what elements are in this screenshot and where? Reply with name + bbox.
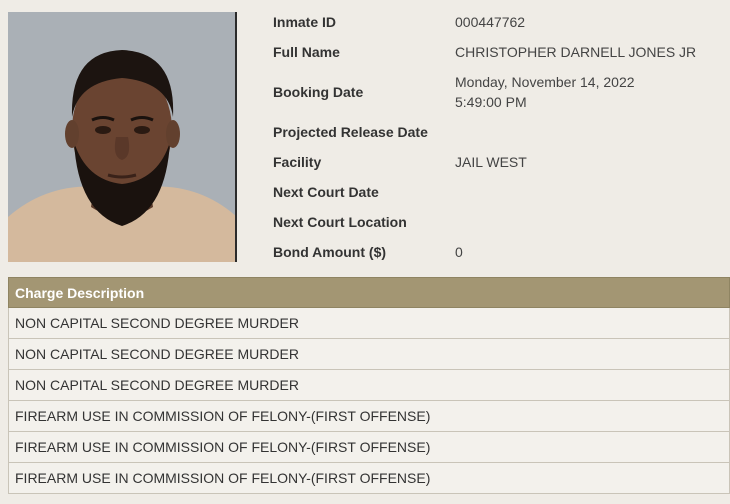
- detail-label: Projected Release Date: [273, 124, 428, 140]
- detail-row-next-court-location: Next Court Location: [273, 207, 723, 237]
- charge-row: NON CAPITAL SECOND DEGREE MURDER: [8, 370, 730, 401]
- detail-value: 0: [455, 244, 463, 260]
- detail-row-bond-amount: Bond Amount ($) 0: [273, 237, 723, 267]
- charges-header: Charge Description: [8, 277, 730, 308]
- detail-label: Next Court Date: [273, 184, 379, 200]
- booking-time-value: 5:49:00 PM: [455, 94, 527, 110]
- detail-label: Facility: [273, 154, 322, 170]
- detail-label: Inmate ID: [273, 14, 337, 30]
- detail-label: Full Name: [273, 44, 340, 60]
- detail-value: Monday, November 14, 2022 5:49:00 PM: [455, 72, 635, 112]
- inmate-photo-icon: [8, 12, 235, 262]
- inmate-details: Inmate ID 000447762 Full Name CHRISTOPHE…: [273, 7, 723, 267]
- booking-date-value: Monday, November 14, 2022: [455, 74, 635, 90]
- detail-value: CHRISTOPHER DARNELL JONES JR: [455, 44, 697, 60]
- detail-row-facility: Facility JAIL WEST: [273, 147, 723, 177]
- detail-row-projected-release-date: Projected Release Date: [273, 117, 723, 147]
- charge-row: FIREARM USE IN COMMISSION OF FELONY-(FIR…: [8, 432, 730, 463]
- charge-row: NON CAPITAL SECOND DEGREE MURDER: [8, 308, 730, 339]
- inmate-photo: [8, 12, 237, 262]
- detail-row-next-court-date: Next Court Date: [273, 177, 723, 207]
- detail-value: 000447762: [455, 14, 526, 30]
- charge-row: NON CAPITAL SECOND DEGREE MURDER: [8, 339, 730, 370]
- detail-row-inmate-id: Inmate ID 000447762: [273, 7, 723, 37]
- detail-row-full-name: Full Name CHRISTOPHER DARNELL JONES JR: [273, 37, 723, 67]
- detail-label: Bond Amount ($): [273, 244, 387, 260]
- detail-label: Booking Date: [273, 84, 364, 100]
- detail-value: JAIL WEST: [455, 154, 527, 170]
- detail-label: Next Court Location: [273, 214, 407, 230]
- charge-row: FIREARM USE IN COMMISSION OF FELONY-(FIR…: [8, 401, 730, 432]
- charges-table: Charge Description NON CAPITAL SECOND DE…: [8, 277, 730, 494]
- charge-row: FIREARM USE IN COMMISSION OF FELONY-(FIR…: [8, 463, 730, 494]
- detail-row-booking-date: Booking Date Monday, November 14, 2022 5…: [273, 67, 723, 117]
